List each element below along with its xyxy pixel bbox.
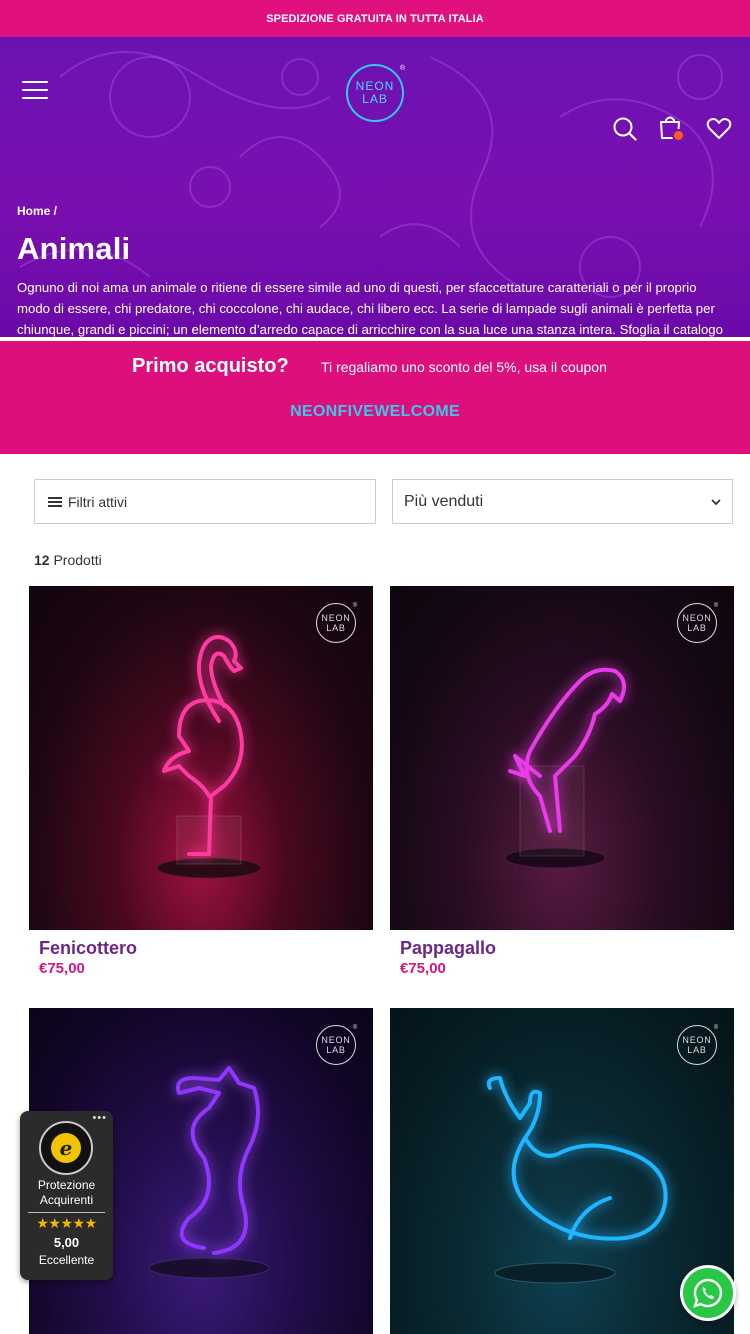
trusted-shops-badge[interactable]: ••• e Protezione Acquirenti ★★★★★ 5,00 E… bbox=[20, 1111, 113, 1280]
promo-question: Primo acquisto? bbox=[132, 355, 289, 377]
badge-divider bbox=[28, 1212, 105, 1213]
product-count: 12 Prodotti bbox=[34, 552, 102, 568]
search-icon[interactable] bbox=[612, 116, 638, 142]
whatsapp-icon bbox=[693, 1278, 723, 1308]
product-image[interactable]: NEON LAB ® bbox=[390, 586, 734, 930]
filters-label: Filtri attivi bbox=[68, 493, 128, 510]
cart-badge-dot bbox=[672, 129, 685, 142]
product-image[interactable]: NEON LAB ® bbox=[29, 586, 373, 930]
product-price: €75,00 bbox=[39, 960, 85, 977]
rating-score: 5,00 bbox=[53, 1235, 80, 1250]
breadcrumb-home[interactable]: Home / bbox=[17, 204, 57, 218]
star-rating-icon: ★★★★★ bbox=[36, 1215, 97, 1231]
category-description: Ognuno di noi ama un animale o ritiene d… bbox=[17, 280, 723, 337]
badge-title: Protezione Acquirenti bbox=[20, 1178, 113, 1208]
neonlab-watermark: NEON LAB ® bbox=[677, 603, 718, 643]
promo-text: Ti regaliamo uno sconto del 5%, usa il c… bbox=[321, 359, 607, 375]
product-count-number: 12 bbox=[34, 552, 50, 568]
shipping-banner: SPEDIZIONE GRATUITA IN TUTTA ITALIA bbox=[0, 0, 750, 37]
logo-line-2: LAB bbox=[362, 92, 388, 106]
menu-icon[interactable] bbox=[22, 81, 48, 101]
filters-button[interactable]: Filtri attivi bbox=[34, 479, 376, 524]
trusted-shops-seal-icon: e bbox=[39, 1121, 93, 1175]
neonlab-watermark: NEON LAB ® bbox=[316, 1025, 357, 1065]
first-purchase-promo: Primo acquisto? Ti regaliamo uno sconto … bbox=[0, 341, 750, 454]
badge-line-1: Protezione bbox=[37, 1178, 96, 1192]
product-count-label: Prodotti bbox=[53, 552, 102, 568]
neonlab-watermark: NEON LAB ® bbox=[677, 1025, 718, 1065]
badge-line-2: Acquirenti bbox=[39, 1193, 94, 1207]
whatsapp-chat-button[interactable] bbox=[680, 1265, 736, 1321]
breadcrumb[interactable]: Home / bbox=[17, 204, 57, 218]
page-title: Animali bbox=[17, 231, 131, 266]
rating-label: Eccellente bbox=[38, 1253, 95, 1267]
heart-icon[interactable] bbox=[706, 117, 732, 141]
badge-menu-icon[interactable]: ••• bbox=[92, 1112, 107, 1124]
product-name[interactable]: Pappagallo bbox=[390, 938, 734, 959]
registered-mark: ® bbox=[399, 65, 406, 72]
chevron-down-icon bbox=[711, 499, 721, 506]
product-card[interactable]: NEON LAB ® Fenicottero €75,00 bbox=[29, 586, 373, 977]
shipping-banner-text: SPEDIZIONE GRATUITA IN TUTTA ITALIA bbox=[266, 12, 484, 25]
filter-list-icon bbox=[48, 496, 62, 507]
product-price: €75,00 bbox=[400, 960, 446, 977]
site-header: NEON LAB ® bbox=[0, 37, 750, 147]
product-name[interactable]: Fenicottero bbox=[29, 938, 373, 959]
neonlab-logo[interactable]: NEON LAB ® bbox=[346, 64, 406, 122]
coupon-code[interactable]: NEONFIVEWELCOME bbox=[0, 403, 750, 421]
sort-selected-value: Più venduti bbox=[404, 492, 484, 510]
sort-select[interactable]: Più venduti bbox=[392, 479, 733, 524]
category-hero: NEON LAB ® Home / Animali Ognuno di noi … bbox=[0, 37, 750, 337]
neonlab-watermark: NEON LAB ® bbox=[316, 603, 357, 643]
product-card[interactable]: NEON LAB ® Pappagallo €75,00 bbox=[390, 586, 734, 977]
